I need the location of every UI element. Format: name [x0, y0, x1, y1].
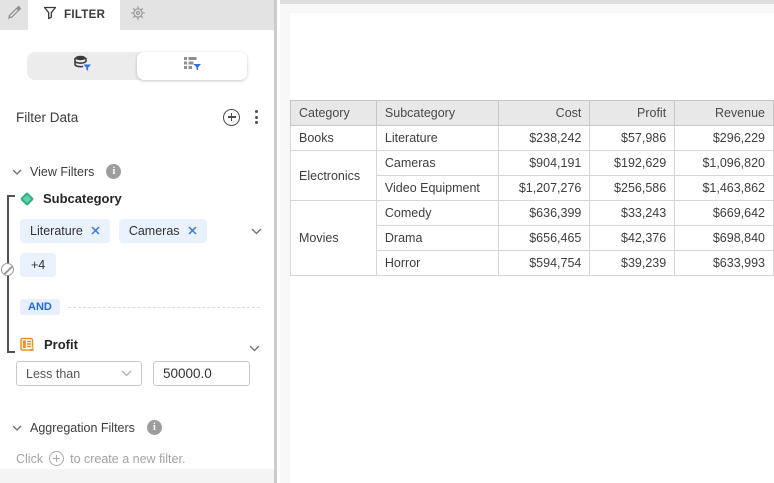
close-icon[interactable] [91, 224, 100, 238]
value-cell[interactable]: $33,243 [590, 201, 675, 226]
subcategory-chips: Literature Cameras [20, 219, 262, 243]
value-cell[interactable]: $669,642 [675, 201, 774, 226]
chevron-down-icon [121, 370, 132, 377]
profit-filter-header[interactable]: Profit [20, 337, 262, 352]
filter-scope-switch [27, 52, 247, 80]
chevron-down-icon [12, 425, 22, 431]
orange-table-icon [20, 337, 35, 352]
subcategory-cell[interactable]: Drama [376, 226, 498, 251]
gear-icon [130, 5, 146, 26]
view-filters-header[interactable]: View Filters i [0, 164, 274, 179]
value-cell[interactable]: $42,376 [590, 226, 675, 251]
value-cell[interactable]: $1,463,862 [675, 176, 774, 201]
subcategory-cell[interactable]: Horror [376, 251, 498, 276]
filter-value-input[interactable] [153, 361, 250, 386]
info-icon: i [147, 420, 162, 435]
tab-settings[interactable] [120, 0, 156, 30]
tab-filter-label: FILTER [64, 9, 105, 21]
table-row: MoviesComedy$636,399$33,243$669,642 [291, 201, 774, 226]
profit-filter-label: Profit [44, 337, 78, 352]
value-cell[interactable]: $256,586 [590, 176, 675, 201]
plus-circle-icon[interactable] [49, 451, 64, 466]
subcategory-filter-header[interactable]: Subcategory [20, 191, 262, 206]
chip-label: Cameras [129, 224, 180, 238]
value-cell[interactable]: $39,239 [590, 251, 675, 276]
column-header[interactable]: Profit [590, 101, 675, 126]
category-cell[interactable]: Electronics [291, 151, 377, 201]
filter-operator-row: AND [0, 299, 274, 315]
canvas-top-edge [280, 0, 774, 4]
value-cell[interactable]: $904,191 [498, 151, 590, 176]
filter-chip[interactable]: Literature [20, 219, 110, 243]
filter-sidebar: FILTER [0, 0, 277, 483]
tab-edit[interactable] [0, 0, 28, 30]
value-cell[interactable]: $636,399 [498, 201, 590, 226]
value-cell[interactable]: $1,096,820 [675, 151, 774, 176]
sidebar-footer [0, 469, 274, 483]
value-cell[interactable]: $238,242 [498, 126, 590, 151]
filter-chip[interactable]: Cameras [119, 219, 207, 243]
widget-filters-segment[interactable] [137, 52, 247, 80]
close-icon[interactable] [188, 224, 197, 238]
aggregation-filters-header[interactable]: Aggregation Filters i [0, 420, 274, 435]
profit-filter-controls: Less than [0, 361, 274, 386]
column-header[interactable]: Revenue [675, 101, 774, 126]
chevron-down-icon[interactable] [251, 228, 262, 235]
info-icon: i [106, 164, 121, 179]
pencil-icon [7, 5, 22, 25]
value-cell[interactable]: $1,207,276 [498, 176, 590, 201]
circle-slash-icon[interactable] [1, 263, 14, 276]
plus-circle-icon[interactable] [223, 109, 240, 126]
condition-select[interactable]: Less than [16, 361, 142, 386]
data-table: CategorySubcategoryCostProfitRevenue Boo… [290, 100, 774, 276]
subcategory-filter-label: Subcategory [43, 191, 122, 206]
view-filters-label: View Filters [30, 165, 94, 179]
database-funnel-icon [73, 55, 92, 77]
table-row: BooksLiterature$238,242$57,986$296,229 [291, 126, 774, 151]
kebab-icon[interactable] [253, 108, 260, 126]
condition-select-value: Less than [26, 367, 80, 381]
category-cell[interactable]: Books [291, 126, 377, 151]
chevron-down-icon[interactable] [249, 345, 260, 352]
dashboard-canvas: CategorySubcategoryCostProfitRevenue Boo… [280, 0, 774, 483]
column-header[interactable]: Cost [498, 101, 590, 126]
sidebar-tab-bar: FILTER [0, 0, 274, 30]
value-cell[interactable]: $594,754 [498, 251, 590, 276]
create-filter-hint: Click to create a new filter. [0, 451, 274, 466]
subcategory-cell[interactable]: Video Equipment [376, 176, 498, 201]
and-operator-badge[interactable]: AND [20, 299, 60, 315]
value-cell[interactable]: $698,840 [675, 226, 774, 251]
value-cell[interactable]: $656,465 [498, 226, 590, 251]
funnel-icon [43, 6, 57, 25]
more-values-chip[interactable]: +4 [20, 253, 56, 277]
category-cell[interactable]: Movies [291, 201, 377, 276]
tab-filter[interactable]: FILTER [28, 0, 120, 30]
table-widget[interactable]: CategorySubcategoryCostProfitRevenue Boo… [290, 13, 774, 483]
table-header-row: CategorySubcategoryCostProfitRevenue [291, 101, 774, 126]
profit-filter: Profit [0, 337, 274, 352]
filter-data-title: Filter Data [16, 110, 78, 125]
hint-prefix: Click [16, 452, 43, 466]
value-cell[interactable]: $192,629 [590, 151, 675, 176]
view-filters-group: Subcategory Literature Cameras +4 [0, 191, 274, 277]
column-header[interactable]: Category [291, 101, 377, 126]
value-cell[interactable]: $296,229 [675, 126, 774, 151]
dataset-filters-segment[interactable] [27, 52, 137, 80]
subcategory-cell[interactable]: Literature [376, 126, 498, 151]
diamond-icon [20, 191, 34, 205]
list-funnel-icon [183, 56, 202, 77]
hint-suffix: to create a new filter. [70, 452, 185, 466]
column-header[interactable]: Subcategory [376, 101, 498, 126]
filter-data-header: Filter Data [0, 108, 274, 126]
divider [68, 307, 260, 308]
subcategory-cell[interactable]: Comedy [376, 201, 498, 226]
table-row: ElectronicsCameras$904,191$192,629$1,096… [291, 151, 774, 176]
subcategory-cell[interactable]: Cameras [376, 151, 498, 176]
chevron-down-icon [12, 169, 22, 175]
value-cell[interactable]: $57,986 [590, 126, 675, 151]
chip-label: Literature [30, 224, 83, 238]
value-cell[interactable]: $633,993 [675, 251, 774, 276]
aggregation-filters-label: Aggregation Filters [30, 421, 135, 435]
